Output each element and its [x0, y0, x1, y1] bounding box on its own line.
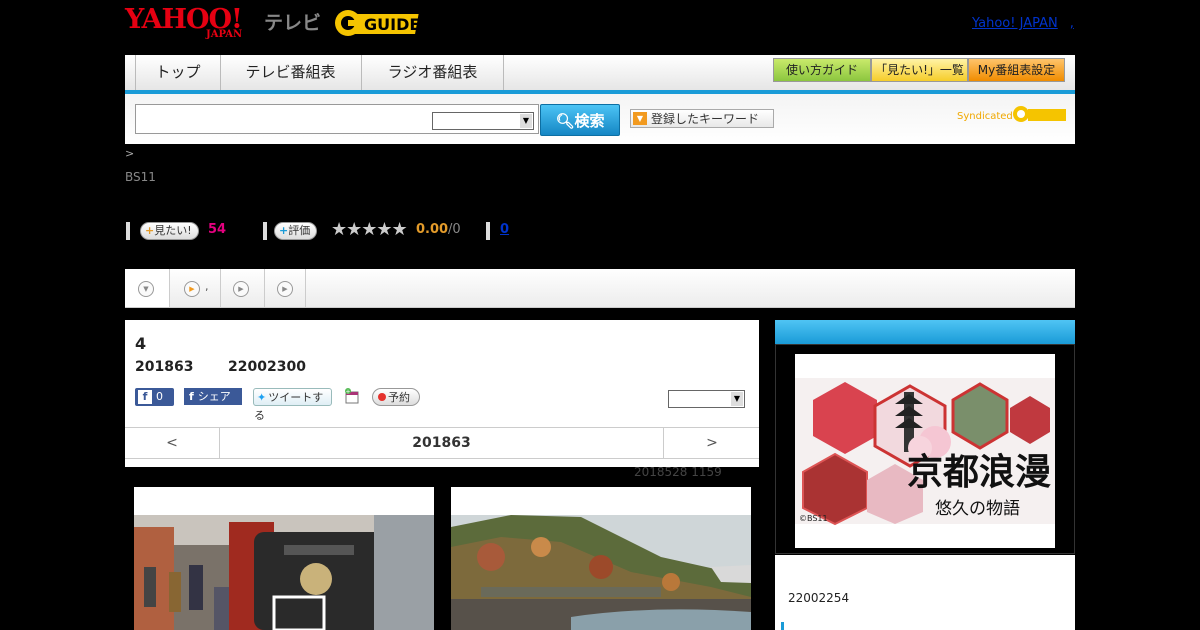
- link-separator: ,: [1069, 16, 1074, 31]
- saved-keywords-label: 登録したキーワード: [651, 112, 760, 126]
- play-icon: ▶: [184, 281, 200, 297]
- rate-button[interactable]: +評価: [274, 222, 318, 240]
- chevron-down-icon: ▼: [731, 392, 743, 406]
- usage-guide-button[interactable]: 使い方ガイド: [773, 58, 871, 82]
- program-time: 22002300: [228, 359, 306, 375]
- gguide-logo-text: GUIDE: [364, 15, 420, 34]
- want-to-watch-button[interactable]: +見たい!: [140, 222, 199, 240]
- facebook-share-button[interactable]: f シェア: [184, 388, 242, 405]
- play-icon: ▶: [277, 281, 293, 297]
- poster-title: 京都浪漫: [907, 451, 1051, 493]
- program-poster[interactable]: 京都浪漫 悠久の物語 ©BS11: [795, 354, 1055, 548]
- divider: [486, 222, 490, 240]
- tab-play-2[interactable]: ▶: [221, 269, 265, 307]
- tab-top[interactable]: トップ: [135, 55, 221, 90]
- photo-train[interactable]: [134, 487, 434, 630]
- tab-tv-listings[interactable]: テレビ番組表: [220, 55, 362, 90]
- play-icon: ▶: [233, 281, 249, 297]
- my-listings-settings-button[interactable]: My番組表設定: [968, 58, 1065, 82]
- tab-play-1-label: ,: [205, 280, 209, 293]
- tab-radio-listings[interactable]: ラジオ番組表: [362, 55, 504, 90]
- tab-play-1[interactable]: ▶ ,: [170, 269, 221, 307]
- divider: [263, 222, 267, 240]
- facebook-like-button[interactable]: f0: [135, 388, 174, 406]
- plus-icon: +: [279, 224, 289, 237]
- yahoo-japan-logo-text: JAPAN: [206, 29, 243, 40]
- chevron-down-icon: ▼: [520, 114, 532, 128]
- poster-copyright: ©BS11: [799, 514, 828, 523]
- count-link[interactable]: 0: [500, 222, 509, 237]
- syndicated-text: Syndicated: [957, 111, 1013, 122]
- pager-prev[interactable]: <: [125, 428, 220, 458]
- tv-logo-text[interactable]: テレビ: [264, 8, 321, 35]
- date-pager: < 201863 >: [125, 427, 759, 459]
- tab-play-3[interactable]: ▶: [265, 269, 306, 307]
- want-list-button[interactable]: 「見たい!」一覧: [871, 58, 968, 82]
- search-category-select[interactable]: ▼: [432, 112, 534, 130]
- dropdown-arrow-icon: ▼: [633, 112, 647, 125]
- sidebar-header: [775, 320, 1075, 344]
- chevron-down-icon: ▼: [138, 281, 154, 297]
- gguide-small-logo: [1012, 103, 1068, 125]
- saved-keywords-button[interactable]: ▼ 登録したキーワード: [630, 109, 774, 128]
- gguide-logo[interactable]: GUIDE: [334, 6, 430, 40]
- facebook-share-label: シェア: [197, 390, 231, 403]
- yahoo-japan-link-label: Yahoo! JAPAN: [972, 16, 1058, 31]
- record-label: 予約: [388, 391, 410, 404]
- updated-timestamp: 2018528 1159: [634, 465, 722, 479]
- sidebar-accent-bar: [781, 622, 784, 630]
- want-to-watch-label: 見たい!: [154, 224, 192, 237]
- program-date: 201863: [135, 359, 194, 375]
- episode-tabs-bar: ▼ ▶ , ▶ ▶: [125, 269, 1075, 308]
- pager-next[interactable]: >: [663, 428, 760, 458]
- rate-label: 評価: [288, 224, 311, 237]
- facebook-icon: f: [189, 390, 194, 403]
- want-count: 54: [208, 222, 227, 237]
- poster-subtitle: 悠久の物語: [935, 499, 1020, 519]
- twitter-bird-icon: ✦: [257, 391, 267, 404]
- calendar-add-icon[interactable]: +: [344, 388, 360, 404]
- svg-text:+: +: [346, 389, 351, 396]
- record-dot-icon: [378, 393, 386, 401]
- pager-current: 201863: [412, 435, 471, 451]
- rating-score: 0.00: [416, 222, 449, 237]
- sidebar-time-code: 22002254: [788, 591, 850, 605]
- rating-stars: ★★★★★: [331, 219, 408, 240]
- facebook-like-count: 0: [156, 390, 163, 403]
- divider: [126, 222, 130, 240]
- record-button[interactable]: 予約: [372, 388, 420, 406]
- photo-valley[interactable]: [451, 487, 751, 630]
- tweet-button[interactable]: ✦ ツイートする: [253, 388, 332, 422]
- plus-icon: +: [145, 224, 155, 237]
- tab-toggle[interactable]: ▼: [125, 269, 170, 307]
- search-icon: 🔍︎: [555, 112, 575, 130]
- search-button[interactable]: 🔍︎検索: [540, 104, 620, 136]
- yahoo-japan-link[interactable]: Yahoo! JAPAN,: [972, 16, 1074, 31]
- facebook-icon: f: [138, 390, 152, 404]
- program-title: 4: [135, 334, 147, 353]
- main-navbar: トップ テレビ番組表 ラジオ番組表 使い方ガイド 「見たい!」一覧 My番組表設…: [125, 55, 1075, 94]
- search-button-label: 検索: [574, 112, 605, 130]
- rating-total: /0: [448, 222, 461, 237]
- breadcrumb[interactable]: >: [125, 147, 134, 160]
- program-select[interactable]: ▼: [668, 390, 745, 408]
- channel-name: BS11: [125, 170, 156, 184]
